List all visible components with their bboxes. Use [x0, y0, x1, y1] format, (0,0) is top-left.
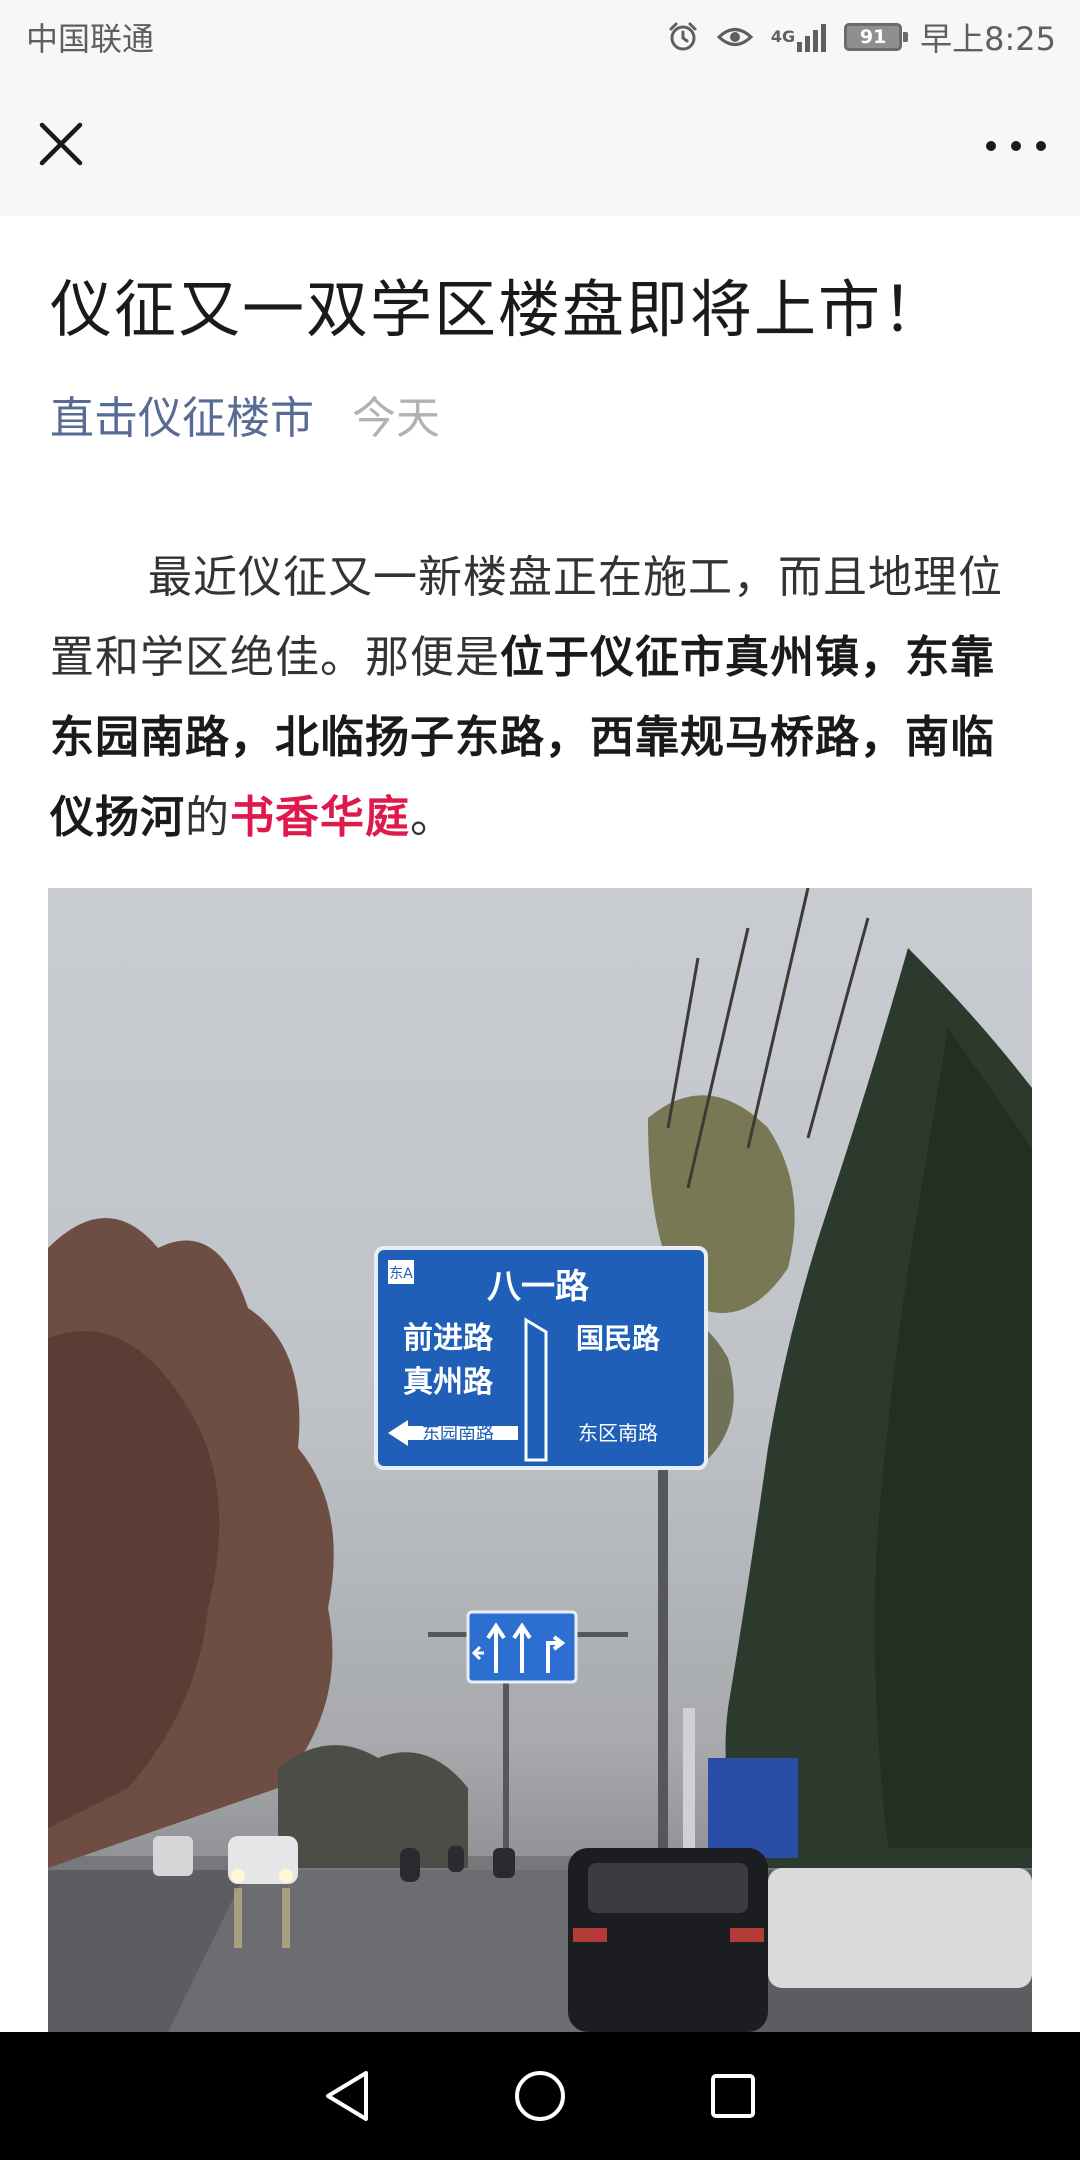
account-name-link[interactable]: 直击仪征楼市	[50, 392, 314, 446]
recents-button[interactable]	[698, 2061, 768, 2131]
sign-main-title: 八一路	[487, 1267, 590, 1307]
system-navigation-bar	[0, 2032, 1080, 2160]
close-icon	[39, 122, 83, 166]
article: 仪征又一双学区楼盘即将上市！ 直击仪征楼市 今天 最近仪征又一新楼盘正在施工，而…	[50, 216, 1030, 858]
article-photo[interactable]: 东A 八一路 前进路 真州路 国民路 东园南路 东区南路	[48, 888, 1032, 2032]
article-paragraph: 最近仪征又一新楼盘正在施工，而且地理位置和学区绝佳。那便是位于仪征市真州镇，东靠…	[50, 538, 1030, 858]
article-meta: 直击仪征楼市 今天	[50, 392, 1030, 446]
close-button[interactable]	[36, 119, 86, 169]
project-name: 书香华庭	[230, 792, 410, 843]
eye-icon	[716, 22, 753, 52]
webview-navbar	[0, 74, 1080, 216]
road-sign: 东A 八一路 前进路 真州路 国民路 东园南路 东区南路	[374, 1246, 708, 1470]
back-button[interactable]	[312, 2061, 382, 2131]
sign-left-road-1: 前进路	[403, 1321, 494, 1356]
back-triangle-icon	[325, 2071, 368, 2121]
battery-icon: 91	[844, 23, 909, 51]
paragraph-connector: 的	[185, 792, 230, 843]
home-circle-icon	[514, 2071, 565, 2121]
paragraph-ending: 。	[410, 792, 455, 843]
network-type: 4G	[770, 27, 796, 46]
more-dot-icon	[986, 141, 996, 151]
carrier-name: 中国联通	[26, 20, 155, 58]
article-title: 仪征又一双学区楼盘即将上市！	[50, 273, 947, 346]
status-icons: 4G 91 早上8:25	[667, 14, 1056, 60]
more-dot-icon	[1011, 141, 1021, 151]
sign-right-road: 国民路	[576, 1322, 661, 1355]
publish-date: 今天	[352, 393, 440, 444]
clock-time: 早上8:25	[920, 20, 1056, 58]
alarm-icon	[667, 21, 699, 53]
sign-bottom-right-road: 东区南路	[578, 1421, 658, 1445]
sign-corner-text: 东A	[389, 1266, 413, 1282]
sign-left-road-2: 真州路	[403, 1365, 494, 1400]
lane-sign	[466, 1610, 578, 1684]
sign-bottom-left-road: 东园南路	[422, 1423, 494, 1444]
recents-square-icon	[711, 2074, 756, 2118]
signal-icon: 4G	[770, 22, 827, 52]
street-scene-image: 东A 八一路 前进路 真州路 国民路 东园南路 东区南路	[48, 888, 1032, 2032]
more-options-button[interactable]	[986, 126, 1046, 166]
status-bar: 中国联通 4G 91 早上8:25	[0, 0, 1080, 74]
more-dot-icon	[1036, 141, 1046, 151]
home-button[interactable]	[505, 2061, 575, 2131]
